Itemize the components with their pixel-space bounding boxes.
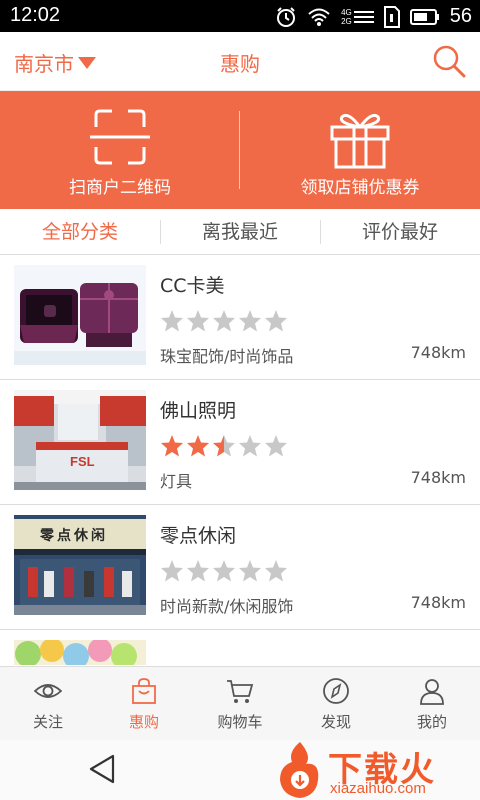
- scan-merchant-label: 扫商户二维码: [69, 178, 171, 198]
- bottom-tab-bar: 关注 惠购 购物车 发现 我的: [0, 666, 480, 741]
- cart-icon: [227, 680, 254, 703]
- store-name: 佛山照明: [160, 400, 237, 422]
- tabbar-label: 惠购: [128, 713, 159, 731]
- store-item-partial[interactable]: [0, 630, 480, 665]
- search-icon: [433, 45, 466, 78]
- tabbar-label: 关注: [32, 713, 63, 731]
- wifi-icon: [308, 8, 330, 26]
- watermark-domain: xiazaihuo.com: [330, 780, 426, 797]
- store-image: FSL: [14, 390, 146, 490]
- tabbar-label: 发现: [320, 713, 351, 731]
- star-icon: [239, 310, 261, 332]
- tabbar-follow[interactable]: 关注: [0, 667, 96, 741]
- gift-icon: [330, 113, 390, 169]
- tab-all-categories[interactable]: 全部分类: [0, 210, 160, 254]
- tabbar-cart[interactable]: 购物车: [192, 667, 288, 741]
- back-triangle-icon: [89, 754, 115, 784]
- star-icon: [161, 560, 183, 582]
- store-category: 灯具: [160, 472, 193, 491]
- get-coupon-button[interactable]: 领取店铺优惠券: [240, 91, 480, 209]
- store-category: 珠宝配饰/时尚饰品: [160, 347, 294, 366]
- store-distance: 748km: [410, 593, 466, 612]
- store-sign-text: FSL: [70, 454, 95, 469]
- signal-indicator: 4G 2G: [341, 8, 374, 26]
- star-icon: [187, 560, 209, 582]
- battery-icon: [409, 8, 439, 25]
- compass-icon: [323, 678, 349, 704]
- tabbar-label: 我的: [416, 713, 447, 731]
- search-button[interactable]: [432, 44, 466, 78]
- store-list: CC卡美 珠宝配饰/时尚饰品 748km FSL 佛山照明 灯具 748km 零…: [0, 255, 480, 665]
- store-name: 零点休闲: [160, 525, 237, 547]
- signal-2g-label: 2G: [341, 16, 352, 26]
- signal-4g-label: 4G: [341, 7, 352, 17]
- scan-merchant-button[interactable]: 扫商户二维码: [0, 91, 240, 209]
- system-nav-bar: 下载火 xiazaihuo.com: [0, 740, 480, 800]
- star-icon: [161, 310, 183, 332]
- tabbar-discover[interactable]: 发现: [288, 667, 384, 741]
- filter-tabs: 全部分类 离我最近 评价最好: [0, 210, 480, 255]
- star-icon: [213, 435, 235, 457]
- signal-bars-icon: [353, 10, 374, 23]
- rating-stars: [160, 559, 288, 583]
- store-image: [14, 640, 146, 665]
- store-item[interactable]: FSL 佛山照明 灯具 748km: [0, 380, 480, 505]
- battery-percent: 56: [449, 5, 472, 27]
- qr-scan-icon: [90, 109, 150, 165]
- sim-icon: [383, 5, 400, 28]
- user-icon: [420, 679, 444, 705]
- tab-nearest[interactable]: 离我最近: [160, 210, 320, 254]
- tab-best-rated[interactable]: 评价最好: [320, 210, 480, 254]
- star-icon: [265, 560, 287, 582]
- alarm-icon: [277, 6, 296, 27]
- star-icon: [213, 310, 235, 332]
- get-coupon-label: 领取店铺优惠券: [300, 178, 420, 198]
- rating-stars: [160, 434, 288, 458]
- tabbar-huigou[interactable]: 惠购: [96, 667, 192, 741]
- back-button[interactable]: [88, 754, 116, 784]
- star-icon: [187, 310, 209, 332]
- star-icon: [265, 310, 287, 332]
- store-image: [14, 265, 146, 365]
- store-distance: 748km: [410, 343, 466, 362]
- bag-icon: [132, 678, 156, 704]
- app-header: 南京市 惠购: [0, 32, 480, 91]
- store-image: 零点休闲: [14, 515, 146, 615]
- action-banner: 扫商户二维码 领取店铺优惠券: [0, 91, 480, 209]
- store-category: 时尚新款/休闲服饰: [160, 597, 294, 616]
- status-bar: 12:02 4G 2G 56: [0, 0, 480, 32]
- star-icon: [187, 435, 209, 457]
- watermark: 下载火 xiazaihuo.com: [270, 740, 470, 800]
- store-name: CC卡美: [160, 275, 225, 297]
- star-icon: [265, 435, 287, 457]
- status-icons: 4G 2G 56: [275, 5, 472, 28]
- store-sign-text: 零点休闲: [40, 528, 108, 544]
- page-title: 惠购: [220, 52, 260, 76]
- store-distance: 748km: [410, 468, 466, 487]
- star-icon: [239, 435, 261, 457]
- star-icon: [239, 560, 261, 582]
- store-item[interactable]: 零点休闲 零点休闲 时尚新款/休闲服饰 748km: [0, 505, 480, 630]
- eye-icon: [34, 684, 62, 698]
- star-icon: [161, 435, 183, 457]
- status-time: 12:02: [10, 4, 61, 26]
- flame-logo-icon: [280, 742, 319, 798]
- star-icon: [213, 560, 235, 582]
- tabbar-label: 购物车: [217, 713, 263, 731]
- store-item[interactable]: CC卡美 珠宝配饰/时尚饰品 748km: [0, 255, 480, 380]
- tabbar-me[interactable]: 我的: [384, 667, 480, 741]
- rating-stars: [160, 309, 288, 333]
